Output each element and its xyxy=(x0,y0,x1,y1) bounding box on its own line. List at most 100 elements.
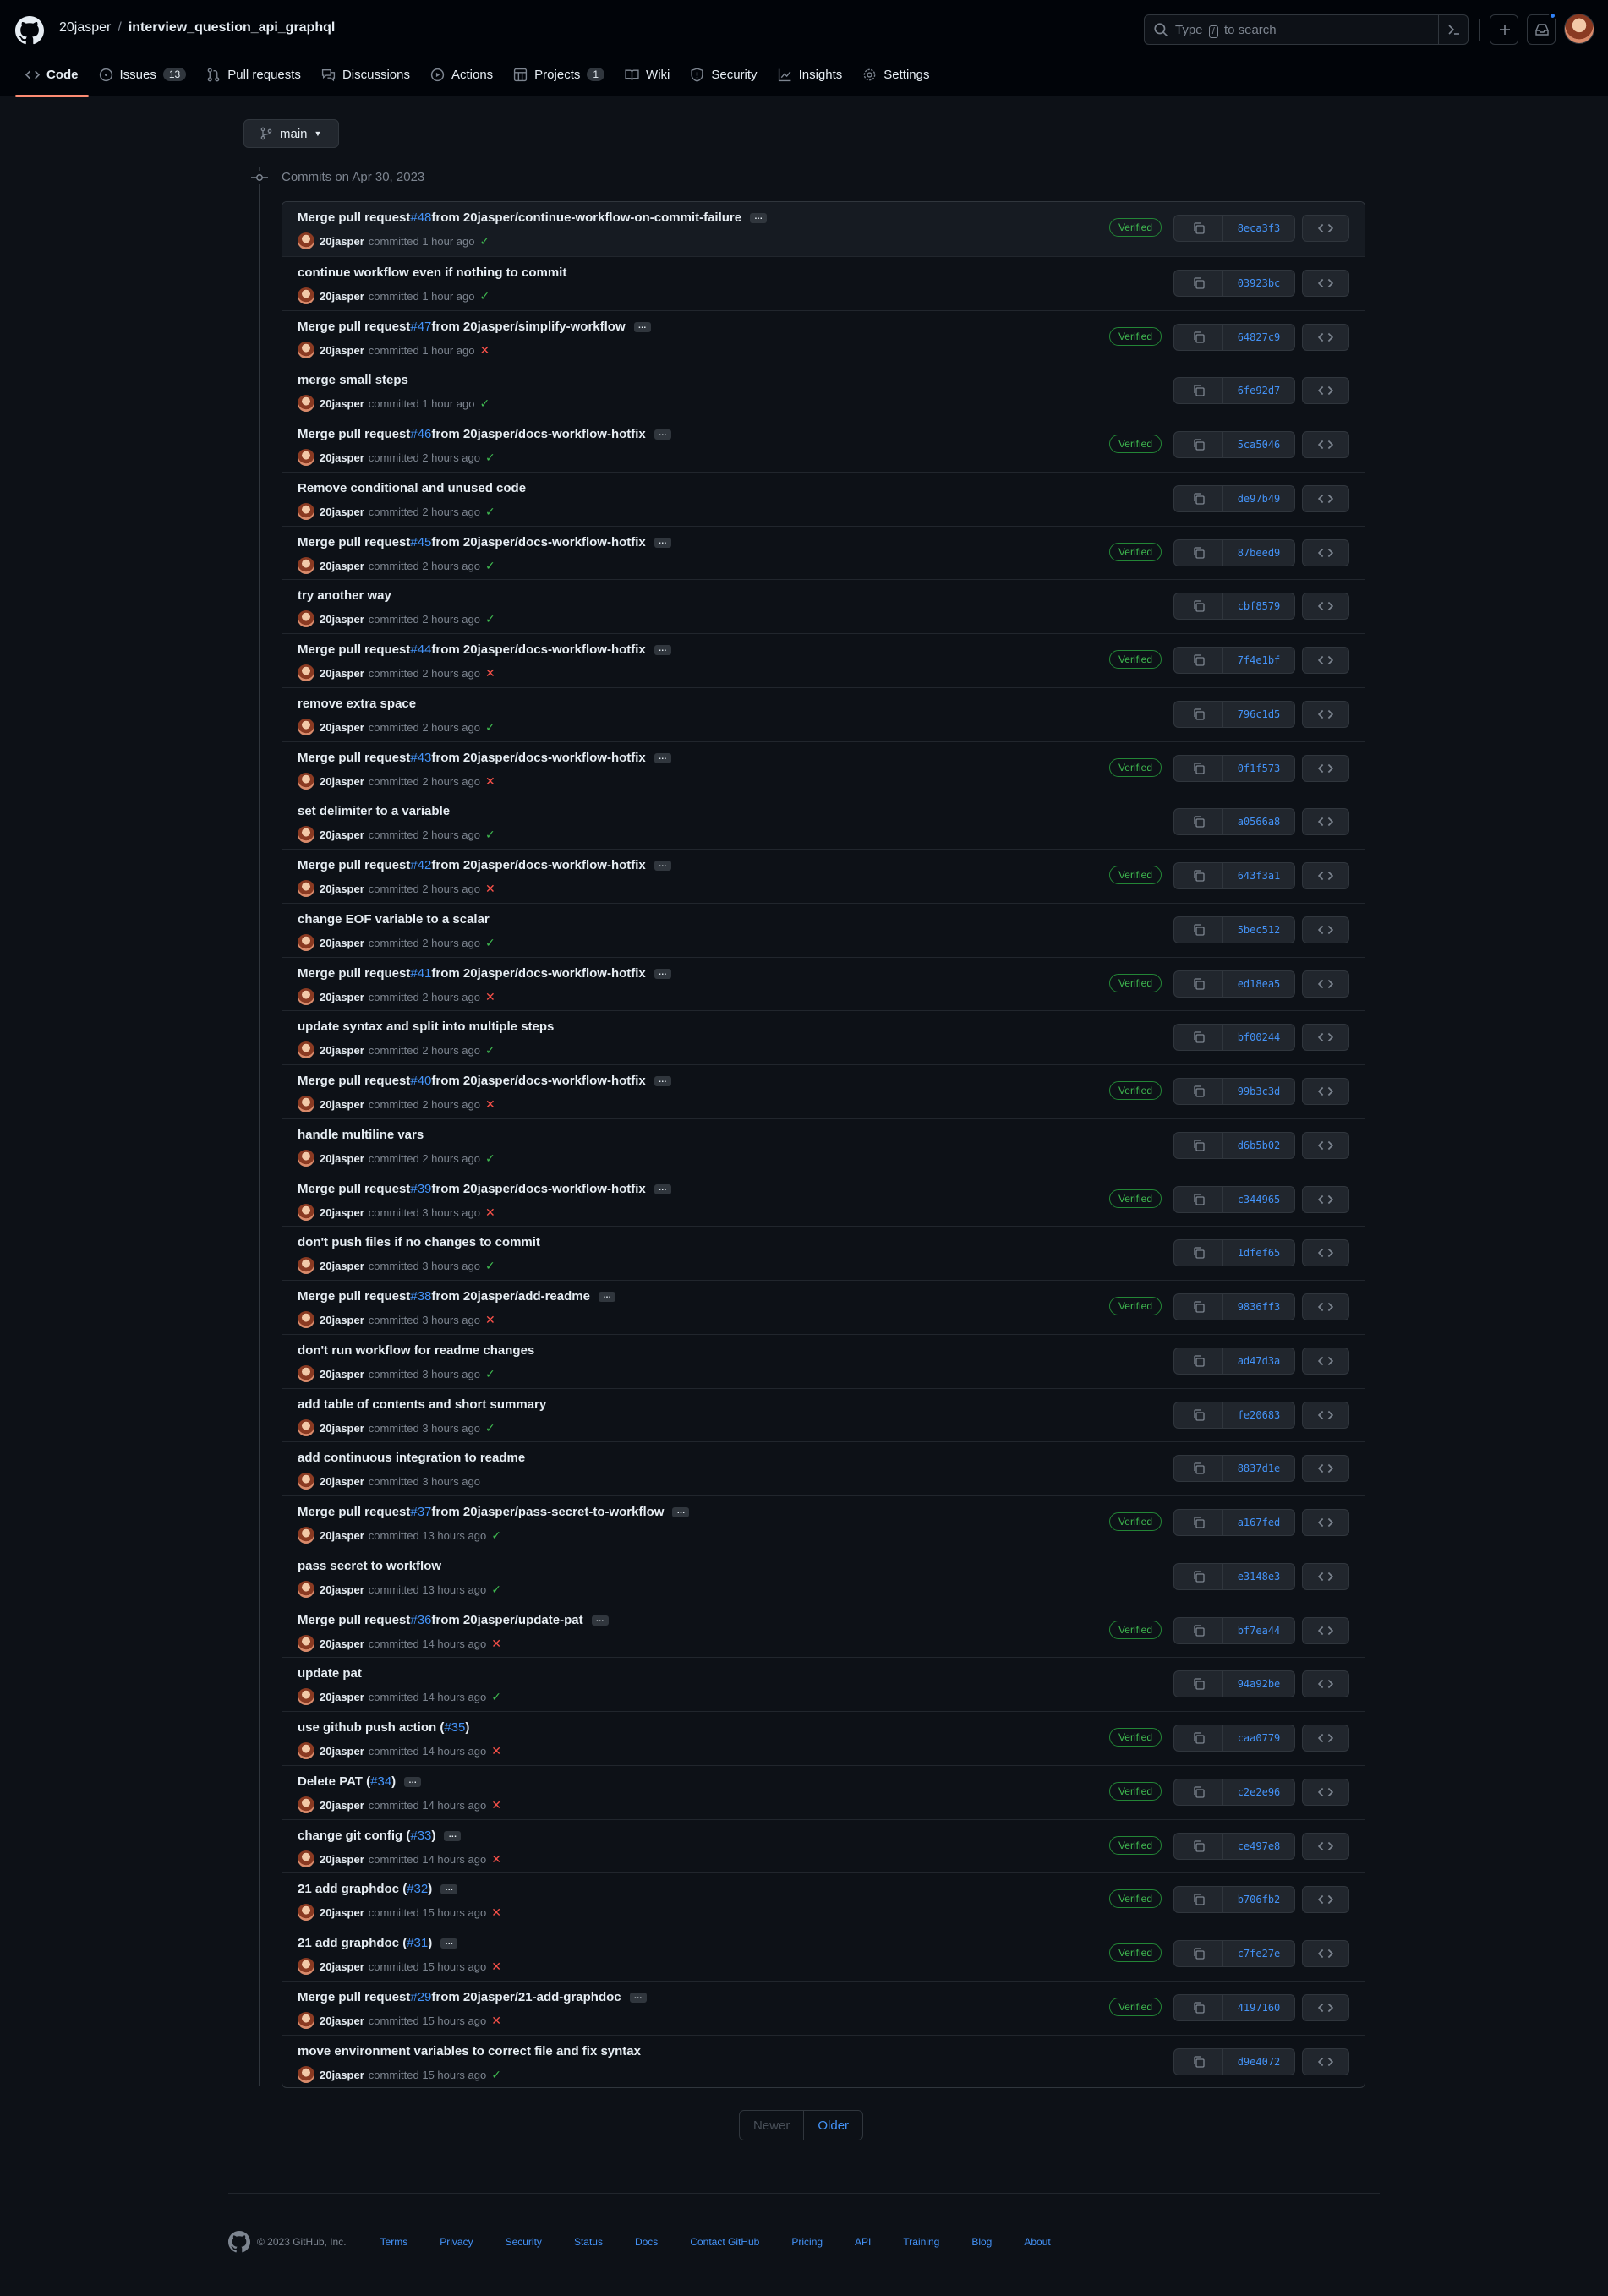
commit-message-text[interactable]: don't push files if no changes to commit xyxy=(298,1235,540,1249)
commit-sha-link[interactable]: ed18ea5 xyxy=(1223,971,1294,997)
verified-badge[interactable]: Verified xyxy=(1108,435,1162,453)
commit-message-text[interactable]: don't run workflow for readme changes xyxy=(298,1343,534,1358)
author-name[interactable]: 20jasper xyxy=(320,667,364,680)
commit-message[interactable]: move environment variables to correct fi… xyxy=(298,2044,641,2058)
commit-message-rest[interactable]: from 20jasper/update-pat xyxy=(431,1613,582,1627)
expand-description-button[interactable]: … xyxy=(654,968,671,979)
check-success-icon[interactable]: ✓ xyxy=(485,828,495,842)
author-name[interactable]: 20jasper xyxy=(320,397,364,410)
commit-sha-link[interactable]: 4197160 xyxy=(1223,1995,1294,2020)
author-avatar[interactable] xyxy=(298,1365,314,1382)
expand-description-button[interactable]: … xyxy=(654,429,671,440)
commit-message-text[interactable]: Merge pull request xyxy=(298,320,410,334)
commit-sha-link[interactable]: 0f1f573 xyxy=(1223,756,1294,781)
commit-message-text[interactable]: move environment variables to correct fi… xyxy=(298,2044,641,2058)
commit-message-rest[interactable]: from 20jasper/docs-workflow-hotfix xyxy=(431,1182,645,1196)
tab-discussions[interactable]: Discussions xyxy=(311,59,420,90)
copy-sha-button[interactable] xyxy=(1174,1025,1223,1050)
commit-message-text[interactable]: Merge pull request xyxy=(298,210,410,225)
author-avatar[interactable] xyxy=(298,395,314,412)
copy-sha-button[interactable] xyxy=(1174,863,1223,888)
commit-message-text[interactable]: pass secret to workflow xyxy=(298,1559,441,1573)
author-avatar[interactable] xyxy=(298,342,314,358)
author-avatar[interactable] xyxy=(298,826,314,843)
commit-message-text[interactable]: add continuous integration to readme xyxy=(298,1451,525,1465)
commit-sha-link[interactable]: 7f4e1bf xyxy=(1223,648,1294,673)
commit-message-text[interactable]: remove extra space xyxy=(298,697,416,711)
commit-message-text[interactable]: 21 add graphdoc ( xyxy=(298,1882,407,1896)
author-name[interactable]: 20jasper xyxy=(320,1044,364,1057)
commit-message-rest[interactable]: from 20jasper/docs-workflow-hotfix xyxy=(431,1074,645,1088)
author-avatar[interactable] xyxy=(298,503,314,520)
author-name[interactable]: 20jasper xyxy=(320,1529,364,1542)
copy-sha-button[interactable] xyxy=(1174,1725,1223,1751)
check-success-icon[interactable]: ✓ xyxy=(485,1259,495,1273)
commit-message-text[interactable]: add table of contents and short summary xyxy=(298,1397,546,1412)
author-avatar[interactable] xyxy=(298,610,314,627)
author-avatar[interactable] xyxy=(298,1527,314,1544)
verified-badge[interactable]: Verified xyxy=(1108,218,1162,237)
expand-description-button[interactable]: … xyxy=(404,1776,422,1787)
commit-sha-link[interactable]: 99b3c3d xyxy=(1223,1079,1294,1104)
browse-repo-button[interactable] xyxy=(1302,1509,1349,1536)
commit-sha-link[interactable]: 5ca5046 xyxy=(1223,432,1294,457)
commit-message[interactable]: don't push files if no changes to commit xyxy=(298,1235,540,1249)
footer-link-status[interactable]: Status xyxy=(574,2236,603,2248)
browse-repo-button[interactable] xyxy=(1302,1670,1349,1697)
copy-sha-button[interactable] xyxy=(1174,1887,1223,1912)
author-name[interactable]: 20jasper xyxy=(320,344,364,357)
commit-message-text[interactable]: use github push action ( xyxy=(298,1720,444,1735)
author-avatar[interactable] xyxy=(298,2066,314,2083)
user-avatar[interactable] xyxy=(1564,14,1594,44)
browse-repo-button[interactable] xyxy=(1302,1725,1349,1752)
copy-sha-button[interactable] xyxy=(1174,648,1223,673)
commit-message-text[interactable]: Delete PAT ( xyxy=(298,1774,370,1789)
commit-sha-link[interactable]: a167fed xyxy=(1223,1510,1294,1535)
author-avatar[interactable] xyxy=(298,719,314,735)
commit-message[interactable]: Merge pull request #39 from 20jasper/doc… xyxy=(298,1182,671,1196)
browse-repo-button[interactable] xyxy=(1302,1293,1349,1320)
browse-repo-button[interactable] xyxy=(1302,808,1349,835)
author-name[interactable]: 20jasper xyxy=(320,2014,364,2027)
copy-sha-button[interactable] xyxy=(1174,1834,1223,1859)
copy-sha-button[interactable] xyxy=(1174,593,1223,619)
commit-message[interactable]: merge small steps xyxy=(298,373,408,387)
verified-badge[interactable]: Verified xyxy=(1108,1621,1162,1639)
commit-message[interactable]: try another way xyxy=(298,588,391,603)
commit-message-text[interactable]: set delimiter to a variable xyxy=(298,804,450,818)
author-avatar[interactable] xyxy=(298,1096,314,1112)
commit-message[interactable]: don't run workflow for readme changes xyxy=(298,1343,534,1358)
footer-link-api[interactable]: API xyxy=(855,2236,871,2248)
tab-settings[interactable]: Settings xyxy=(852,59,939,90)
commit-message[interactable]: Merge pull request #38 from 20jasper/add… xyxy=(298,1289,615,1304)
commit-message[interactable]: change git config (#33)… xyxy=(298,1829,462,1843)
check-success-icon[interactable]: ✓ xyxy=(485,936,495,950)
tab-code[interactable]: Code xyxy=(15,59,89,97)
commit-sha-link[interactable]: de97b49 xyxy=(1223,486,1294,511)
copy-sha-button[interactable] xyxy=(1174,1402,1223,1428)
commit-message[interactable]: Merge pull request #43 from 20jasper/doc… xyxy=(298,751,671,765)
check-success-icon[interactable]: ✓ xyxy=(485,1367,495,1381)
commit-message[interactable]: Delete PAT (#34)… xyxy=(298,1774,422,1789)
verified-badge[interactable]: Verified xyxy=(1108,1998,1162,2016)
author-name[interactable]: 20jasper xyxy=(320,560,364,572)
browse-repo-button[interactable] xyxy=(1302,1563,1349,1590)
commit-message-rest[interactable]: from 20jasper/docs-workflow-hotfix xyxy=(431,535,645,549)
author-avatar[interactable] xyxy=(298,773,314,790)
copy-sha-button[interactable] xyxy=(1174,1995,1223,2020)
author-avatar[interactable] xyxy=(298,1041,314,1058)
author-name[interactable]: 20jasper xyxy=(320,2069,364,2081)
commit-message-rest[interactable]: from 20jasper/docs-workflow-hotfix xyxy=(431,427,645,441)
copy-sha-button[interactable] xyxy=(1174,1564,1223,1589)
commit-message-text[interactable]: Remove conditional and unused code xyxy=(298,481,526,495)
commit-message[interactable]: update syntax and split into multiple st… xyxy=(298,1020,554,1034)
author-avatar[interactable] xyxy=(298,664,314,681)
commit-sha-link[interactable]: fe20683 xyxy=(1223,1402,1294,1428)
browse-repo-button[interactable] xyxy=(1302,1779,1349,1806)
pr-link[interactable]: #39 xyxy=(410,1182,431,1196)
check-success-icon[interactable]: ✓ xyxy=(485,720,495,735)
commit-message[interactable]: Merge pull request #48 from 20jasper/con… xyxy=(298,210,768,225)
copy-sha-button[interactable] xyxy=(1174,1133,1223,1158)
commit-sha-link[interactable]: 1dfef65 xyxy=(1223,1240,1294,1266)
expand-description-button[interactable]: … xyxy=(598,1291,615,1302)
